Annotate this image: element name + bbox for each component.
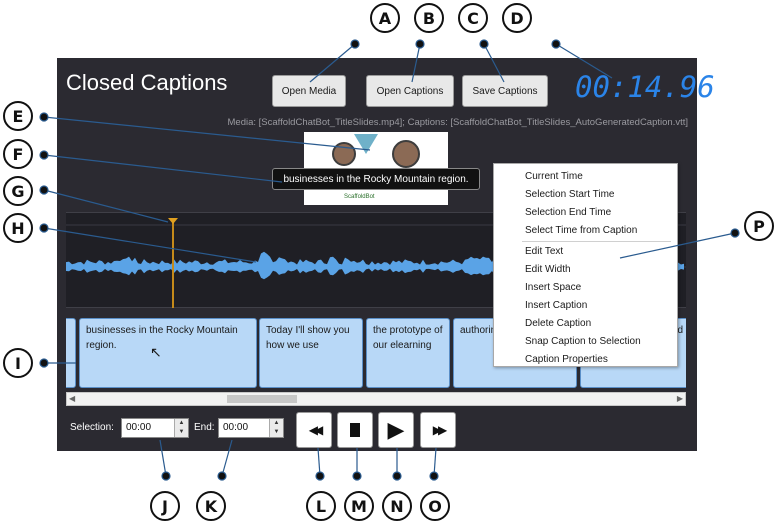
video-play-marker-icon bbox=[354, 134, 378, 154]
callout-f: F bbox=[3, 139, 33, 169]
mouse-pointer-icon: ↖ bbox=[150, 344, 162, 360]
scroll-left-icon[interactable]: ◀ bbox=[69, 394, 75, 403]
context-menu: Current Time Selection Start Time Select… bbox=[493, 163, 678, 367]
callout-b: B bbox=[414, 3, 444, 33]
caption-overlay: businesses in the Rocky Mountain region. bbox=[272, 168, 480, 190]
selection-label: Selection: bbox=[70, 422, 114, 433]
callout-i: I bbox=[3, 348, 33, 378]
scroll-thumb[interactable] bbox=[227, 395, 297, 403]
rewind-button[interactable]: ◀◀ bbox=[296, 412, 332, 448]
callout-g: G bbox=[3, 176, 33, 206]
selection-end-value: 00:00 bbox=[223, 422, 249, 433]
avatar bbox=[332, 142, 356, 166]
menu-item-insert-caption[interactable]: Insert Caption bbox=[494, 297, 677, 315]
caption-block[interactable]: Today I'll show you how we use bbox=[259, 318, 363, 388]
callout-n: N bbox=[382, 491, 412, 521]
avatar bbox=[392, 140, 420, 168]
current-time-display: 00:14.96 bbox=[575, 70, 715, 104]
callout-c: C bbox=[458, 3, 488, 33]
caption-block[interactable]: the prototype of our elearning bbox=[366, 318, 450, 388]
selection-end-spinner[interactable]: ▲ ▼ bbox=[269, 419, 283, 437]
playhead[interactable] bbox=[172, 222, 174, 308]
play-button[interactable]: ▶ bbox=[378, 412, 414, 448]
menu-item-snap-caption[interactable]: Snap Caption to Selection bbox=[494, 333, 677, 351]
video-thumb-text: ScaffoldBot bbox=[344, 194, 375, 200]
menu-separator bbox=[522, 241, 671, 242]
callout-p: P bbox=[744, 211, 774, 241]
media-file-info: Media: [ScaffoldChatBot_TitleSlides.mp4]… bbox=[227, 117, 688, 128]
callout-e: E bbox=[3, 101, 33, 131]
caption-block[interactable] bbox=[66, 318, 76, 388]
stop-icon bbox=[350, 423, 360, 437]
play-icon: ▶ bbox=[387, 417, 405, 443]
menu-item-select-time-from-caption[interactable]: Select Time from Caption bbox=[494, 222, 677, 240]
callout-j: J bbox=[150, 491, 180, 521]
callout-l: L bbox=[306, 491, 336, 521]
callout-h: H bbox=[3, 213, 33, 243]
caption-block-text: businesses in the Rocky Mountain region. bbox=[86, 325, 238, 351]
callout-a: A bbox=[370, 3, 400, 33]
fast-forward-icon: ▶▶ bbox=[432, 423, 448, 437]
menu-item-delete-caption[interactable]: Delete Caption bbox=[494, 315, 677, 333]
selection-start-input[interactable]: 00:00 ▲ ▼ bbox=[121, 418, 189, 438]
playhead-marker-icon[interactable] bbox=[168, 218, 178, 224]
caption-block-selected[interactable]: businesses in the Rocky Mountain region.… bbox=[79, 318, 257, 388]
open-captions-button[interactable]: Open Captions bbox=[366, 75, 454, 107]
menu-item-selection-start-time[interactable]: Selection Start Time bbox=[494, 186, 677, 204]
scroll-right-icon[interactable]: ▶ bbox=[677, 394, 683, 403]
open-media-button[interactable]: Open Media bbox=[272, 75, 346, 107]
menu-item-insert-space[interactable]: Insert Space bbox=[494, 279, 677, 297]
fast-forward-button[interactable]: ▶▶ bbox=[420, 412, 456, 448]
callout-k: K bbox=[196, 491, 226, 521]
menu-item-selection-end-time[interactable]: Selection End Time bbox=[494, 204, 677, 222]
app-title: Closed Captions bbox=[66, 70, 228, 95]
stop-button[interactable] bbox=[337, 412, 373, 448]
end-label: End: bbox=[194, 422, 215, 433]
callout-o: O bbox=[420, 491, 450, 521]
menu-item-edit-width[interactable]: Edit Width bbox=[494, 261, 677, 279]
selection-start-spinner[interactable]: ▲ ▼ bbox=[174, 419, 188, 437]
selection-start-value: 00:00 bbox=[126, 422, 152, 433]
rewind-icon: ◀◀ bbox=[308, 423, 324, 437]
callout-m: M bbox=[344, 491, 374, 521]
menu-item-caption-properties[interactable]: Caption Properties bbox=[494, 351, 677, 369]
callout-d: D bbox=[502, 3, 532, 33]
menu-item-edit-text[interactable]: Edit Text bbox=[494, 243, 677, 261]
timeline-scrollbar[interactable]: ◀ ▶ bbox=[66, 392, 686, 406]
save-captions-button[interactable]: Save Captions bbox=[462, 75, 548, 107]
selection-end-input[interactable]: 00:00 ▲ ▼ bbox=[218, 418, 284, 438]
menu-item-current-time[interactable]: Current Time bbox=[494, 168, 677, 186]
